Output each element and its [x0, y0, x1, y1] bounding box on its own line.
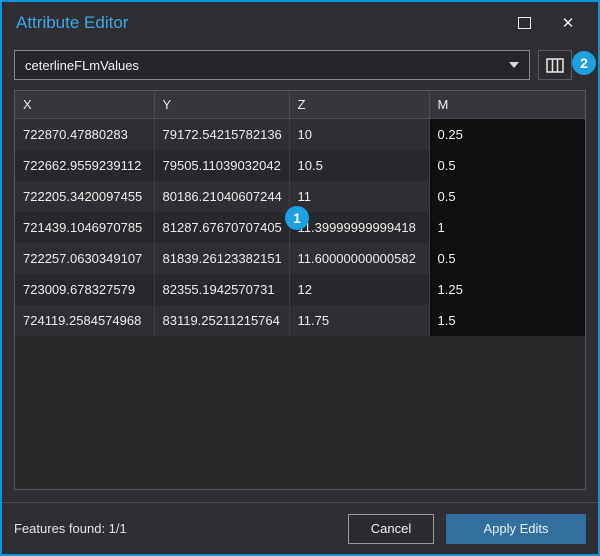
maximize-button[interactable] [502, 2, 546, 44]
table-cell[interactable]: 0.5 [429, 243, 585, 274]
fields-view-button[interactable] [538, 50, 572, 80]
apply-edits-button[interactable]: Apply Edits [446, 514, 586, 544]
table-cell[interactable]: 0.5 [429, 150, 585, 181]
callout-badge-2: 2 [572, 51, 596, 75]
column-header-x[interactable]: X [15, 91, 154, 119]
attribute-table: X Y Z M 722870.4788028379172.54215782136… [14, 90, 586, 490]
status-text: Features found: 1/1 [14, 521, 127, 536]
layer-select[interactable]: ceterlineFLmValues [14, 50, 530, 80]
table-columns-icon [546, 58, 564, 73]
table-cell[interactable]: 11.60000000000582 [289, 243, 429, 274]
table-cell[interactable]: 1 [429, 212, 585, 243]
table-cell[interactable]: 10.5 [289, 150, 429, 181]
table-cell[interactable]: 80186.21040607244 [154, 181, 289, 212]
table-cell[interactable]: 724119.2584574968 [15, 305, 154, 336]
table-cell[interactable]: 10 [289, 119, 429, 151]
table-cell[interactable]: 722662.9559239112 [15, 150, 154, 181]
column-header-m[interactable]: M [429, 91, 585, 119]
page-title: Attribute Editor [16, 2, 128, 44]
footer-bar: Features found: 1/1 Cancel Apply Edits [2, 502, 598, 554]
table-cell[interactable]: 0.25 [429, 119, 585, 151]
table-row: 722257.063034910781839.2612338215111.600… [15, 243, 585, 274]
table-cell[interactable]: 83119.25211215764 [154, 305, 289, 336]
table-cell[interactable]: 11.75 [289, 305, 429, 336]
table-cell[interactable]: 81287.67670707405 [154, 212, 289, 243]
column-header-z[interactable]: Z [289, 91, 429, 119]
table-cell[interactable]: 722205.3420097455 [15, 181, 154, 212]
table-cell[interactable]: 722870.47880283 [15, 119, 154, 151]
table-cell[interactable]: 721439.1046970785 [15, 212, 154, 243]
table-header: X Y Z M [15, 91, 585, 119]
table-cell[interactable]: 82355.1942570731 [154, 274, 289, 305]
cancel-button[interactable]: Cancel [348, 514, 434, 544]
table-cell[interactable]: 79505.11039032042 [154, 150, 289, 181]
chevron-down-icon [509, 62, 519, 68]
window-controls: ✕ [502, 2, 590, 44]
table-cell[interactable]: 11.39999999999418 [289, 212, 429, 243]
table-cell[interactable]: 723009.678327579 [15, 274, 154, 305]
toolbar: ceterlineFLmValues [14, 50, 572, 80]
table-row: 722662.955923911279505.1103903204210.50.… [15, 150, 585, 181]
close-button[interactable]: ✕ [546, 2, 590, 44]
layer-select-value: ceterlineFLmValues [25, 58, 501, 73]
table-header-row: X Y Z M [15, 91, 585, 119]
table-cell[interactable]: 0.5 [429, 181, 585, 212]
table-cell[interactable]: 81839.26123382151 [154, 243, 289, 274]
table-cell[interactable]: 11 [289, 181, 429, 212]
close-icon: ✕ [562, 16, 575, 31]
column-header-y[interactable]: Y [154, 91, 289, 119]
maximize-icon [518, 17, 531, 29]
table-row: 722870.4788028379172.54215782136100.25 [15, 119, 585, 151]
title-bar: Attribute Editor ✕ [2, 2, 598, 44]
table-cell[interactable]: 12 [289, 274, 429, 305]
table-row: 724119.258457496883119.2521121576411.751… [15, 305, 585, 336]
table-cell[interactable]: 1.5 [429, 305, 585, 336]
table-row: 723009.67832757982355.1942570731121.25 [15, 274, 585, 305]
table-cell[interactable]: 722257.0630349107 [15, 243, 154, 274]
callout-badge-1: 1 [285, 206, 309, 230]
table-cell[interactable]: 79172.54215782136 [154, 119, 289, 151]
table-cell[interactable]: 1.25 [429, 274, 585, 305]
attribute-editor-dialog: Attribute Editor ✕ ceterlineFLmValues [0, 0, 600, 556]
